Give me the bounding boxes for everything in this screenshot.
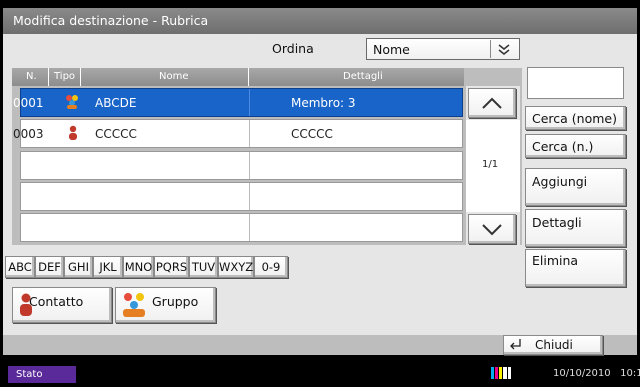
table-row[interactable] — [20, 151, 463, 180]
contact-icon — [68, 125, 78, 144]
chevron-down-icon[interactable] — [490, 40, 517, 58]
header-details: Dettagli — [343, 71, 383, 82]
sort-value: Nome — [373, 42, 410, 57]
add-label: Aggiungi — [532, 174, 588, 189]
contact-filter-button[interactable]: Contatto — [12, 287, 112, 323]
sort-label: Ordina — [272, 41, 314, 56]
row-details: Membro: 3 — [291, 96, 356, 110]
table-row[interactable] — [20, 182, 463, 211]
tab-ghi[interactable]: GHI — [64, 256, 93, 278]
table-row[interactable] — [20, 213, 463, 242]
table-row[interactable]: 0001 ABCDE Membro: 3 — [13, 88, 463, 117]
tab-0-9[interactable]: 0-9 — [254, 256, 288, 278]
search-name-label: Cerca (nome) — [532, 111, 617, 126]
details-button[interactable]: Dettagli — [525, 209, 626, 247]
table-row[interactable]: 0003 CCCCC CCCCC — [13, 119, 463, 148]
search-number-button[interactable]: Cerca (n.) — [525, 134, 626, 158]
status-button[interactable]: Stato — [8, 366, 76, 383]
tab-pqrs[interactable]: PQRS — [154, 256, 189, 278]
close-button[interactable]: Chiudi — [503, 335, 603, 355]
title-bar: Modifica destinazione - Rubrica — [3, 8, 637, 34]
tab-tuv[interactable]: TUV — [189, 256, 218, 278]
window-title: Modifica destinazione - Rubrica — [13, 13, 209, 28]
tab-jkl[interactable]: JKL — [93, 256, 123, 278]
chevron-up-icon — [482, 97, 502, 109]
chevron-down-icon — [482, 224, 502, 236]
contact-label: Contatto — [29, 294, 84, 309]
row-name: ABCDE — [95, 96, 137, 110]
group-label: Gruppo — [152, 294, 199, 309]
close-label: Chiudi — [535, 338, 573, 352]
status-bar — [0, 363, 640, 387]
delete-button[interactable]: Elimina — [525, 249, 626, 287]
search-number-label: Cerca (n.) — [532, 139, 594, 154]
scroll-down-button[interactable] — [468, 214, 516, 244]
tab-def[interactable]: DEF — [35, 256, 64, 278]
search-input[interactable] — [527, 67, 624, 99]
header-type: Tipo — [54, 71, 76, 82]
delete-label: Elimina — [532, 253, 579, 268]
toner-level-icon — [491, 366, 513, 383]
header-name: Nome — [159, 71, 189, 82]
group-icon — [120, 291, 148, 322]
tab-wxyz[interactable]: WXYZ — [218, 256, 254, 278]
group-filter-button[interactable]: Gruppo — [115, 287, 216, 323]
sort-dropdown[interactable]: Nome — [366, 38, 520, 60]
return-icon — [508, 337, 522, 354]
row-num: 0001 — [13, 96, 44, 110]
row-num: 0003 — [13, 127, 44, 141]
datetime: 10/10/2010 10:10 — [553, 368, 640, 379]
group-icon — [65, 94, 79, 113]
tab-mno[interactable]: MNO — [123, 256, 154, 278]
page-indicator: 1/1 — [482, 159, 499, 170]
row-details: CCCCC — [291, 127, 333, 141]
header-num: N. — [26, 71, 37, 82]
row-name: CCCCC — [95, 127, 137, 141]
add-button[interactable]: Aggiungi — [525, 168, 626, 206]
tab-abc[interactable]: ABC — [5, 256, 35, 278]
details-label: Dettagli — [532, 215, 582, 230]
table-header: N. Tipo Nome Dettagli — [12, 68, 464, 86]
search-name-button[interactable]: Cerca (nome) — [525, 106, 626, 130]
scroll-up-button[interactable] — [468, 88, 516, 118]
